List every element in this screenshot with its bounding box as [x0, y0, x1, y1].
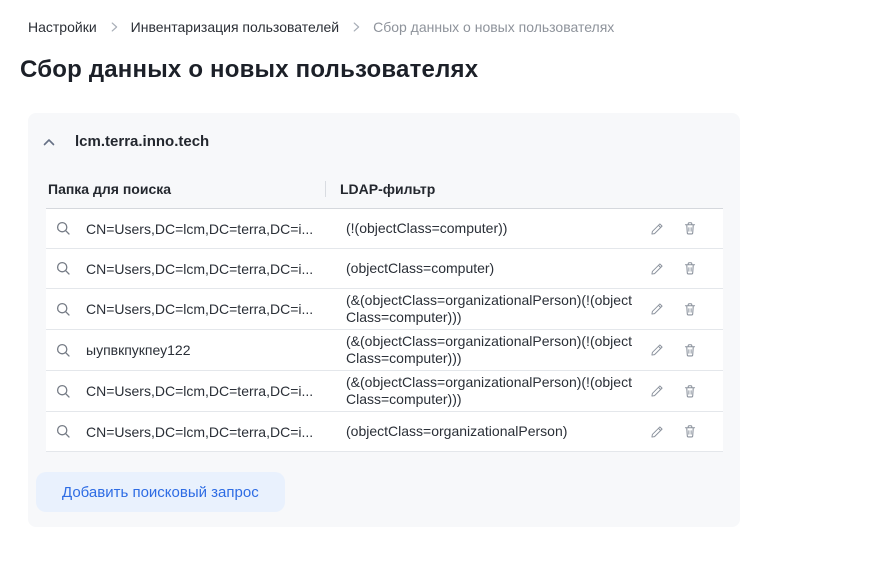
ldap-filter-cell: (!(objectClass=computer))	[346, 220, 508, 236]
pencil-icon[interactable]	[650, 302, 664, 316]
trash-icon[interactable]	[683, 221, 697, 236]
chevron-up-icon[interactable]	[41, 134, 57, 150]
section-header[interactable]: lcm.terra.inno.tech	[28, 133, 740, 150]
search-icon[interactable]	[46, 301, 86, 318]
trash-icon[interactable]	[683, 302, 697, 317]
ldap-filter-cell: (objectClass=organizationalPerson)	[346, 423, 568, 439]
search-query-table: CN=Users,DC=lcm,DC=terra,DC=i... (!(obje…	[46, 208, 723, 452]
breadcrumb-item-current: Сбор данных о новых пользователях	[373, 19, 615, 35]
row-actions	[645, 221, 723, 236]
row-actions	[645, 384, 723, 399]
table-header: Папка для поиска LDAP-фильтр	[46, 181, 723, 208]
folder-cell: ыупвкпукпеу122	[86, 342, 191, 358]
folder-cell: CN=Users,DC=lcm,DC=terra,DC=i...	[86, 301, 314, 317]
folder-cell: CN=Users,DC=lcm,DC=terra,DC=i...	[86, 423, 314, 440]
column-header-ldap-filter: LDAP-фильтр	[325, 181, 723, 197]
trash-icon[interactable]	[683, 384, 697, 399]
row-actions	[645, 343, 723, 358]
row-actions	[645, 261, 723, 276]
folder-cell: CN=Users,DC=lcm,DC=terra,DC=i...	[86, 260, 314, 277]
ldap-filter-cell: (&(objectClass=organizationalPerson)(!(o…	[346, 292, 632, 325]
page-title: Сбор данных о новых пользователях	[20, 56, 479, 83]
pencil-icon[interactable]	[650, 222, 664, 236]
ldap-filter-cell: (objectClass=computer)	[346, 260, 495, 276]
table-row: CN=Users,DC=lcm,DC=terra,DC=i... (!(obje…	[46, 209, 723, 249]
pencil-icon[interactable]	[650, 425, 664, 439]
search-icon[interactable]	[46, 260, 86, 277]
table-row: CN=Users,DC=lcm,DC=terra,DC=i... (&(obje…	[46, 289, 723, 330]
chevron-right-icon	[349, 20, 363, 34]
ldap-filter-cell: (&(objectClass=organizationalPerson)(!(o…	[346, 333, 632, 366]
search-icon[interactable]	[46, 423, 86, 440]
column-header-folder: Папка для поиска	[48, 181, 172, 197]
folder-cell: CN=Users,DC=lcm,DC=terra,DC=i...	[86, 383, 314, 399]
chevron-right-icon	[107, 20, 121, 34]
folder-cell: CN=Users,DC=lcm,DC=terra,DC=i...	[86, 220, 314, 237]
search-icon[interactable]	[46, 220, 86, 237]
add-search-query-button[interactable]: Добавить поисковый запрос	[36, 472, 285, 512]
table-row: ыупвкпукпеу122 (&(objectClass=organizati…	[46, 330, 723, 371]
table-row: CN=Users,DC=lcm,DC=terra,DC=i... (&(obje…	[46, 371, 723, 412]
row-actions	[645, 302, 723, 317]
pencil-icon[interactable]	[650, 384, 664, 398]
breadcrumb-item-settings[interactable]: Настройки	[28, 19, 97, 35]
pencil-icon[interactable]	[650, 262, 664, 276]
row-actions	[645, 424, 723, 439]
breadcrumb-item-user-inventory[interactable]: Инвентаризация пользователей	[131, 19, 339, 35]
search-icon[interactable]	[46, 342, 86, 359]
table-row: CN=Users,DC=lcm,DC=terra,DC=i... (object…	[46, 412, 723, 452]
ldap-filter-cell: (&(objectClass=organizationalPerson)(!(o…	[346, 374, 632, 407]
trash-icon[interactable]	[683, 261, 697, 276]
host-section-panel: lcm.terra.inno.tech Папка для поиска LDA…	[28, 113, 740, 527]
trash-icon[interactable]	[683, 343, 697, 358]
pencil-icon[interactable]	[650, 343, 664, 357]
search-icon[interactable]	[46, 383, 86, 400]
trash-icon[interactable]	[683, 424, 697, 439]
table-row: CN=Users,DC=lcm,DC=terra,DC=i... (object…	[46, 249, 723, 289]
breadcrumb: Настройки Инвентаризация пользователей С…	[0, 0, 886, 35]
section-title: lcm.terra.inno.tech	[75, 133, 210, 150]
